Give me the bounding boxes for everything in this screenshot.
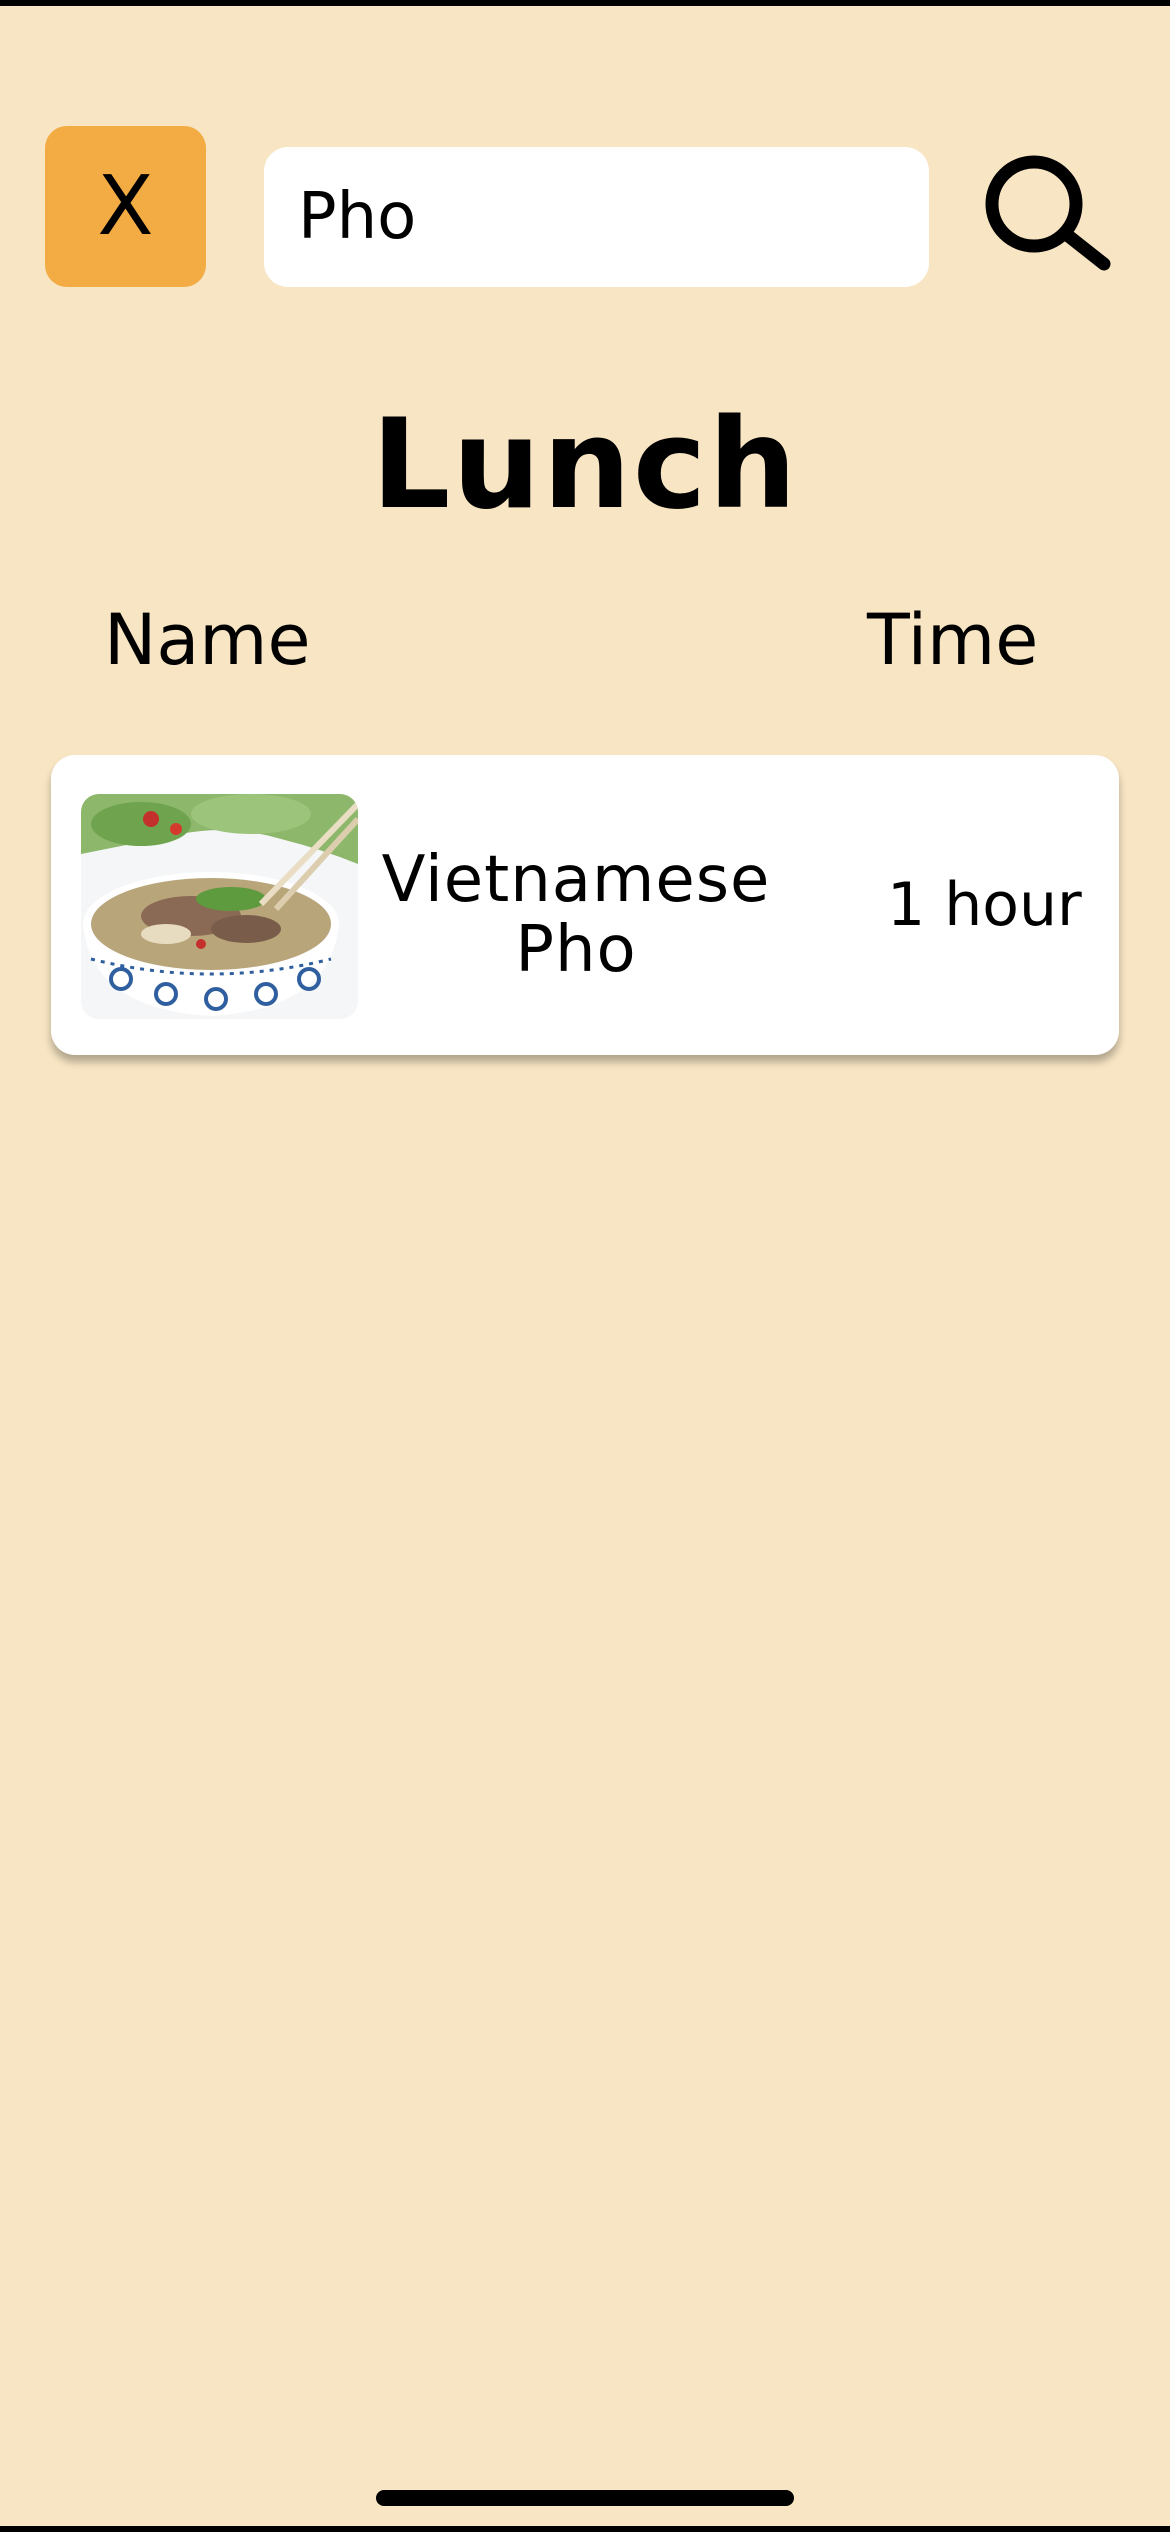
search-icon	[985, 155, 1111, 271]
bottom-border	[0, 2526, 1170, 2532]
search-input[interactable]	[264, 147, 929, 287]
time-column-header: Time	[867, 599, 1039, 681]
close-button[interactable]: X	[45, 126, 206, 287]
name-column-header: Name	[104, 599, 311, 681]
recipe-image	[81, 794, 358, 1019]
search-button[interactable]	[980, 150, 1115, 275]
page-title: Lunch	[371, 393, 799, 537]
recipe-card[interactable]: Vietnamese Pho 1 hour	[51, 755, 1119, 1055]
top-border	[0, 0, 1170, 6]
close-button-label: X	[97, 158, 154, 254]
recipe-name: Vietnamese Pho	[381, 843, 771, 987]
recipe-time: 1 hour	[887, 870, 1082, 940]
home-indicator[interactable]	[376, 2490, 794, 2506]
